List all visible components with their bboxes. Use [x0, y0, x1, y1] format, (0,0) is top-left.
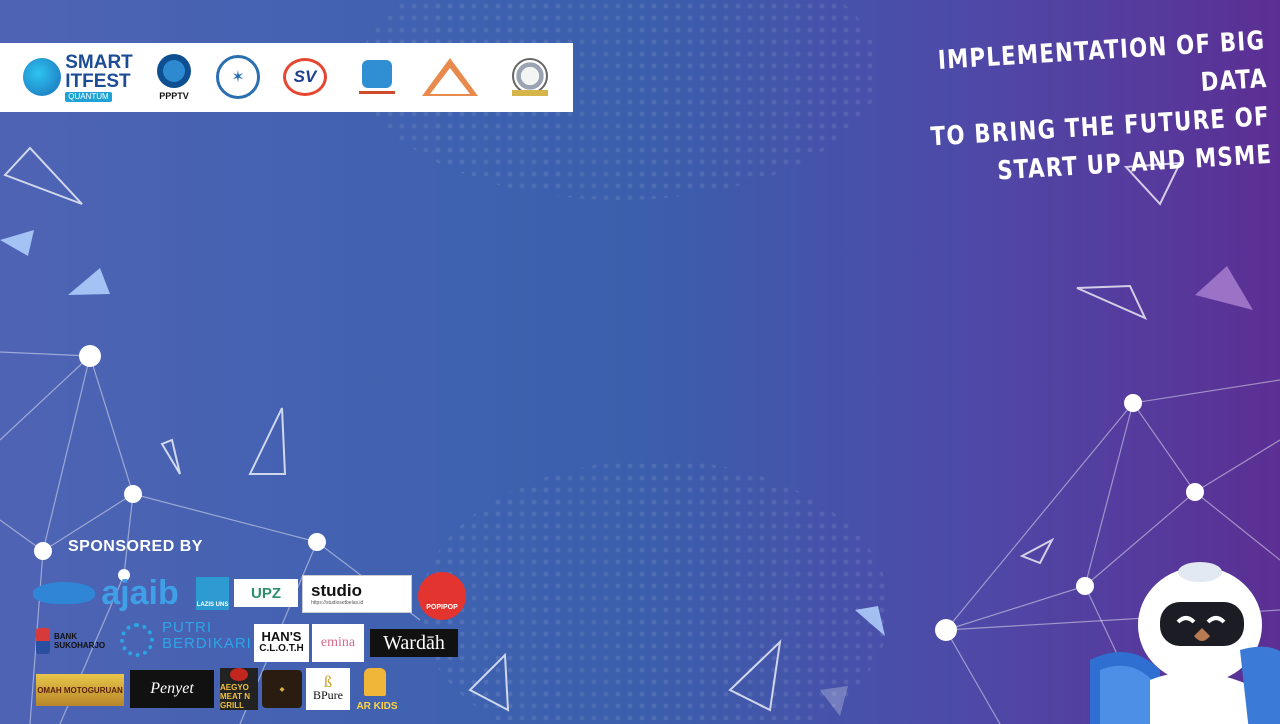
hima-logo	[508, 51, 552, 103]
sponsor-popipop: POPIPOP	[418, 572, 466, 620]
sponsor-emina: emina	[312, 624, 364, 662]
sv-logo: SV	[280, 51, 330, 103]
smart-logo-line2: ITFEST	[65, 70, 131, 92]
sponsor-bank-line1: BANK	[54, 632, 78, 641]
sponsored-by-heading: SPONSORED BY	[68, 538, 203, 555]
smart-logo-tag: QUANTUM	[65, 91, 112, 102]
sponsor-aegyo: AEGYO MEAT N GRILL	[220, 668, 258, 710]
brain-logo-icon	[23, 58, 62, 96]
sponsor-wardah: Wardāh	[370, 629, 458, 657]
ppptv-label: PPPTV	[159, 90, 189, 101]
sponsor-hans-line2: C.L.O.T.H	[259, 643, 304, 654]
sponsor-upz: UPZ	[234, 579, 298, 607]
banner-background: SMART ITFEST QUANTUM PPPTV ✶ SV IMPLEMEN…	[0, 0, 1280, 724]
sponsor-omah-motoguruan: OMAH MOTOGURUAN	[36, 674, 124, 706]
smart-itfest-logo: SMART ITFEST QUANTUM	[16, 51, 140, 103]
citi-logo	[358, 51, 396, 103]
sponsor-bank-sukoharjo: BANK SUKOHARJO	[34, 624, 116, 658]
sponsor-ajaib: ajaib	[20, 572, 192, 614]
sponsor-emblem-logo: ◆	[262, 670, 302, 708]
sponsor-penyet: Penyet	[130, 670, 214, 708]
smart-logo-line1: SMART	[65, 51, 133, 73]
sponsor-hans-cloth: HAN'S C.L.O.T.H	[254, 624, 309, 662]
sponsor-studio-name: studio	[311, 581, 362, 600]
sponsor-putri-line1: PUTRI	[162, 620, 212, 636]
sponsor-studio: studio https://studiosetbelas.id	[302, 575, 412, 613]
sponsor-bpure-label: BPure	[313, 688, 343, 702]
sponsor-bank-line2: SUKOHARJO	[54, 641, 106, 650]
sitinet-logo	[420, 51, 480, 103]
sv-logo-icon: SV	[283, 58, 327, 96]
citi-logo-icon	[362, 60, 392, 88]
sponsor-hans-line1: HAN'S	[261, 629, 302, 644]
sponsor-ajaib-label: ajaib	[101, 573, 179, 612]
ppptv-logo: PPPTV	[152, 51, 196, 103]
uns-seal-icon: ✶	[216, 55, 260, 99]
partner-logo-bar: SMART ITFEST QUANTUM PPPTV ✶ SV	[0, 43, 573, 112]
sponsor-bpure: ß BPure	[306, 668, 350, 710]
ppptv-emblem-icon	[157, 53, 191, 88]
sponsor-studio-tag: https://studiosetbelas.id	[311, 600, 364, 606]
sponsor-aegyo-label: AEGYO MEAT N GRILL	[220, 683, 251, 710]
sponsor-putri-berdikari: PUTRI BERDIKARI	[118, 620, 254, 660]
robot-mascot-icon	[1090, 562, 1280, 724]
sponsor-lazis: LAZIS UNS	[196, 577, 229, 610]
uns-seal-logo: ✶	[214, 51, 262, 103]
lamp-icon	[33, 582, 96, 604]
headline: IMPLEMENTATION OF BIG DATA TO BRING THE …	[845, 22, 1273, 199]
sponsor-arkids-label: AR KIDS	[356, 701, 398, 712]
sitinet-logo-icon	[422, 58, 478, 96]
hima-logo-icon	[512, 58, 548, 94]
sponsor-putri-line2: BERDIKARI	[162, 635, 252, 652]
sponsor-ar-kids: AR KIDS	[354, 666, 400, 712]
